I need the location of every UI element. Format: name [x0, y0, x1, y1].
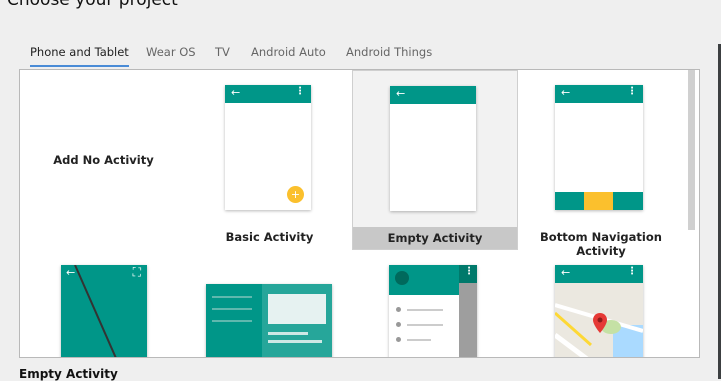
template-fullscreen-activity[interactable]: ← ⛶ — [20, 250, 187, 357]
master-list-line — [212, 296, 252, 298]
template-basic-activity[interactable]: ← ⋮ + Basic Activity — [187, 70, 352, 250]
tab-phone-and-tablet[interactable]: Phone and Tablet — [30, 44, 129, 67]
navigation-drawer-preview: ⋮ — [389, 265, 477, 357]
back-arrow-icon: ← — [231, 86, 241, 99]
bottom-nav-preview: ← ⋮ — [555, 85, 643, 210]
template-navigation-drawer-activity[interactable]: ⋮ — [352, 250, 518, 357]
app-bar: ← ⋮ — [555, 85, 643, 103]
template-grid: Add No Activity ← ⋮ + Basic Activity ← E… — [19, 69, 700, 358]
detail-text-line — [268, 340, 322, 343]
template-add-no-activity[interactable]: Add No Activity — [20, 70, 187, 250]
template-google-maps-activity[interactable]: ← ⋮ — [518, 250, 684, 357]
app-bar-edge: ⋮ — [459, 265, 477, 283]
page-title: Choose your project — [7, 0, 178, 10]
fullscreen-preview: ← ⛶ — [61, 265, 147, 357]
drawer-item-line — [407, 309, 443, 311]
overflow-menu-icon: ⋮ — [464, 266, 474, 277]
maps-preview: ← ⋮ — [555, 265, 643, 357]
master-list-line — [212, 308, 252, 310]
back-arrow-icon: ← — [561, 266, 571, 279]
drawer-item-line — [407, 339, 431, 341]
overflow-menu-icon: ⋮ — [627, 266, 637, 277]
drawer-item-line — [407, 324, 443, 326]
overflow-menu-icon: ⋮ — [295, 86, 305, 97]
drawer-header — [389, 265, 459, 295]
avatar — [395, 271, 409, 285]
back-arrow-icon: ← — [396, 87, 406, 100]
app-bar: ← ⋮ — [555, 265, 643, 283]
tab-android-things[interactable]: Android Things — [346, 44, 432, 65]
detail-image-placeholder — [268, 294, 326, 324]
map-pin-icon — [593, 313, 607, 333]
drawer-item-icon — [396, 307, 401, 312]
overflow-menu-icon: ⋮ — [627, 86, 637, 97]
template-bottom-navigation-activity[interactable]: ← ⋮ Bottom Navigation Activity — [518, 70, 684, 258]
tab-android-auto[interactable]: Android Auto — [251, 44, 326, 65]
master-list-line — [212, 320, 252, 322]
app-bar: ← — [390, 86, 476, 104]
vertical-scrollbar[interactable] — [688, 70, 695, 230]
fullscreen-icon: ⛶ — [132, 265, 141, 279]
fab-add-icon: + — [287, 186, 304, 203]
app-bar: ← ⋮ — [225, 85, 311, 103]
template-label: Basic Activity — [225, 230, 314, 244]
detail-text-line — [268, 332, 308, 335]
basic-activity-preview: ← ⋮ + — [225, 85, 311, 210]
drawer-item-icon — [396, 322, 401, 327]
tab-tv[interactable]: TV — [215, 44, 230, 65]
back-arrow-icon: ← — [66, 266, 76, 279]
master-detail-preview — [206, 284, 332, 357]
template-empty-activity[interactable]: ← Empty Activity — [352, 70, 518, 250]
bottom-nav-selected-item — [584, 192, 613, 210]
template-label: Empty Activity — [353, 227, 517, 249]
back-arrow-icon: ← — [561, 86, 571, 99]
empty-activity-preview: ← — [390, 86, 476, 211]
bottom-navigation-bar — [555, 192, 643, 210]
template-label: Add No Activity — [53, 153, 154, 167]
template-master-detail-flow[interactable] — [187, 250, 352, 357]
tab-wear-os[interactable]: Wear OS — [146, 44, 196, 65]
drawer-item-icon — [396, 337, 401, 342]
